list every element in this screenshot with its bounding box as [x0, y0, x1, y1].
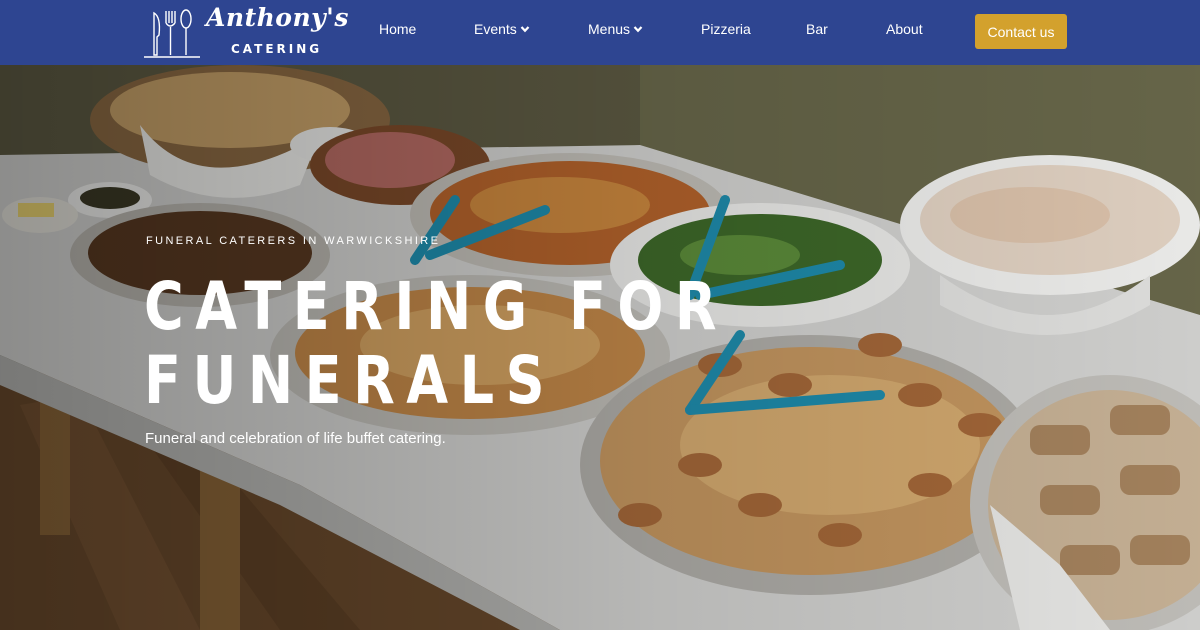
- nav-events[interactable]: Events: [474, 21, 530, 37]
- nav-bar-label: Bar: [806, 21, 828, 37]
- nav-pizzeria-label: Pizzeria: [701, 21, 751, 37]
- brand-logo[interactable]: Anthony's CATERING: [144, 3, 348, 61]
- hero-headline-line1: CATERING FOR: [144, 268, 729, 345]
- hero-headline-line2: FUNERALS: [144, 342, 557, 419]
- cutlery-icon: [144, 9, 200, 58]
- nav-menus[interactable]: Menus: [588, 21, 643, 37]
- hero-section: FUNERAL CATERERS IN WARWICKSHIRE CATERIN…: [0, 65, 1200, 630]
- chevron-down-icon: [520, 26, 530, 33]
- hero-headline: CATERING FOR FUNERALS: [144, 270, 728, 418]
- nav-pizzeria[interactable]: Pizzeria: [701, 21, 751, 37]
- chevron-down-icon: [633, 26, 643, 33]
- nav-about-label: About: [886, 21, 923, 37]
- nav-home[interactable]: Home: [379, 21, 416, 37]
- brand-sub-name: CATERING: [231, 42, 323, 56]
- nav-menus-label: Menus: [588, 21, 631, 37]
- hero-eyebrow: FUNERAL CATERERS IN WARWICKSHIRE: [146, 235, 441, 247]
- nav-bar[interactable]: Bar: [806, 21, 828, 37]
- nav-events-label: Events: [474, 21, 517, 37]
- hero-tagline: Funeral and celebration of life buffet c…: [145, 430, 446, 447]
- brand-script-name: Anthony's: [206, 3, 349, 32]
- nav-home-label: Home: [379, 21, 417, 37]
- site-header: Anthony's CATERING Home Events Menus Piz…: [0, 0, 1200, 65]
- nav-about[interactable]: About: [886, 21, 923, 37]
- contact-us-button[interactable]: Contact us: [975, 14, 1067, 49]
